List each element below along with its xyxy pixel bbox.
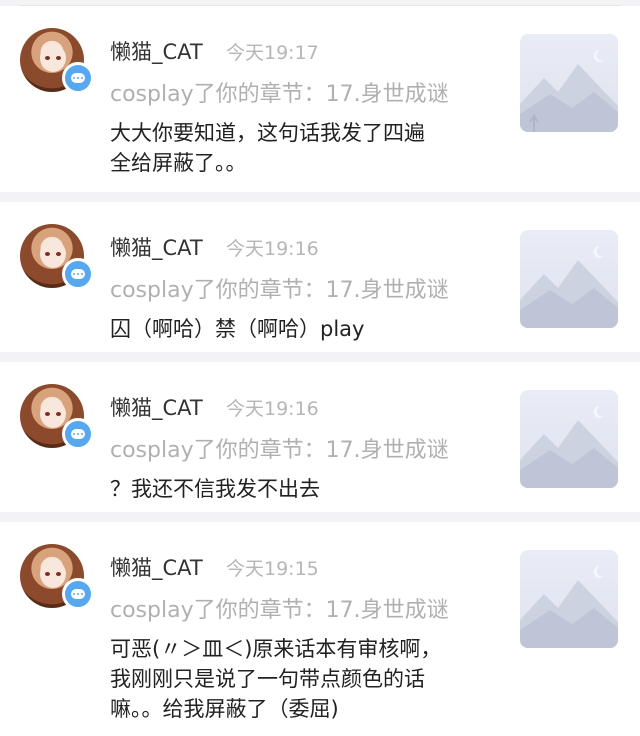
comment-bubble-icon bbox=[62, 62, 94, 94]
avatar-eye bbox=[45, 252, 50, 256]
source-line: cosplay了你的章节：17.身世成谜 bbox=[110, 278, 449, 303]
mountain-placeholder-icon[interactable] bbox=[520, 230, 618, 328]
timestamp: 今天19:17 bbox=[226, 42, 319, 64]
comment-bubble-icon bbox=[62, 578, 94, 610]
source-line: cosplay了你的章节：17.身世成谜 bbox=[110, 438, 449, 463]
avatar[interactable] bbox=[20, 384, 94, 450]
notification-item[interactable]: 懒猫_CAT 今天19:16 cosplay了你的章节：17.身世成谜 ？我还不… bbox=[0, 362, 640, 512]
avatar-eye bbox=[56, 252, 61, 256]
source-line: cosplay了你的章节：17.身世成谜 bbox=[110, 82, 449, 107]
avatar-face bbox=[40, 240, 66, 268]
timestamp: 今天19:15 bbox=[226, 558, 319, 580]
comment-text: 可恶(〃＞皿＜)原来话本有审核啊， 我刚刚只是说了一句带点颜色的话 嘛。。给我屏… bbox=[110, 637, 442, 721]
avatar[interactable] bbox=[20, 224, 94, 290]
user-name[interactable]: 懒猫_CAT bbox=[110, 36, 203, 66]
avatar[interactable] bbox=[20, 28, 94, 94]
comment-text: 大大你要知道，这句话我发了四遍 全给屏蔽了。。 bbox=[110, 121, 425, 175]
mountain-placeholder-icon[interactable] bbox=[520, 390, 618, 488]
avatar-eye bbox=[45, 56, 50, 60]
user-name[interactable]: 懒猫_CAT bbox=[110, 392, 203, 422]
timestamp: 今天19:16 bbox=[226, 238, 319, 260]
avatar[interactable] bbox=[20, 544, 94, 610]
avatar-face bbox=[40, 400, 66, 428]
notification-item[interactable]: 懒猫_CAT 今天19:16 cosplay了你的章节：17.身世成谜 囚（啊哈… bbox=[0, 202, 640, 352]
avatar-face bbox=[40, 44, 66, 72]
avatar-eye bbox=[45, 412, 50, 416]
comment-text: ？我还不信我发不出去 bbox=[110, 477, 320, 501]
comment-text: 囚（啊哈）禁（啊哈）play bbox=[110, 317, 365, 341]
comment-bubble-icon bbox=[62, 418, 94, 450]
comment-bubble-icon bbox=[62, 258, 94, 290]
timestamp: 今天19:16 bbox=[226, 398, 319, 420]
avatar-eye bbox=[56, 412, 61, 416]
user-name[interactable]: 懒猫_CAT bbox=[110, 232, 203, 262]
source-line: cosplay了你的章节：17.身世成谜 bbox=[110, 598, 449, 623]
avatar-face bbox=[40, 560, 66, 588]
notification-item[interactable]: 懒猫_CAT 今天19:15 cosplay了你的章节：17.身世成谜 可恶(〃… bbox=[0, 522, 640, 736]
user-name[interactable]: 懒猫_CAT bbox=[110, 552, 203, 582]
avatar-eye bbox=[56, 56, 61, 60]
avatar-eye bbox=[56, 572, 61, 576]
mountain-placeholder-icon[interactable] bbox=[520, 550, 618, 648]
notification-item[interactable]: 懒猫_CAT 今天19:17 cosplay了你的章节：17.身世成谜 大大你要… bbox=[0, 6, 640, 192]
avatar-eye bbox=[45, 572, 50, 576]
mountain-placeholder-icon[interactable] bbox=[520, 34, 618, 132]
